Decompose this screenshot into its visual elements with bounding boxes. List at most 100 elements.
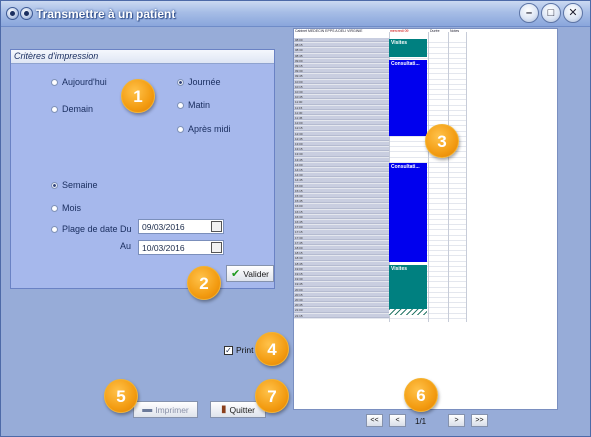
validate-label: Valider (243, 268, 270, 279)
preview-time-label: 20:30 (294, 298, 389, 303)
step-badge-2: 2 (187, 266, 221, 300)
radio-week[interactable]: Semaine (51, 180, 98, 190)
preview-time-label: 15:00 (294, 183, 389, 188)
preview-time-label: 20:15 (294, 292, 389, 297)
preview-time-label: 13:00 (294, 142, 389, 147)
preview-time-label: 09:00 (294, 58, 389, 63)
validate-button[interactable]: ✔ Valider (226, 265, 274, 282)
preview-grid-line (428, 32, 429, 322)
preview-grid-line (448, 32, 449, 322)
print-button-label: Imprimer (155, 404, 189, 415)
calendar-icon[interactable] (211, 221, 222, 232)
preview-time-label: 18:30 (294, 256, 389, 261)
preview-time-label: 19:00 (294, 266, 389, 271)
radio-full-day-label: Journée (188, 77, 221, 87)
radio-dot-icon (177, 125, 184, 133)
title-bar: Transmettre à un patient – □ ✕ (1, 1, 590, 27)
print-label: Print (236, 345, 254, 355)
printer-icon: ▬ (142, 404, 153, 415)
radio-tomorrow[interactable]: Demain (51, 104, 93, 114)
step-badge-6: 6 (404, 378, 438, 412)
preview-time-label: 14:15 (294, 168, 389, 173)
radio-date-range[interactable]: Plage de date (51, 224, 118, 234)
radio-today-label: Aujourd'hui (62, 77, 107, 87)
preview-header-cabinet: Cabinet MEDECIN EPPS A DELI VIRGINIE (295, 29, 363, 33)
quit-button-label: Quitter (229, 404, 256, 415)
close-icon[interactable]: ✕ (563, 3, 583, 23)
preview-time-label: 21:15 (294, 313, 389, 318)
radio-month-label: Mois (62, 203, 82, 213)
preview-time-label: 09:15 (294, 64, 389, 69)
first-page-button[interactable]: << (366, 414, 383, 427)
preview-time-label: 14:30 (294, 173, 389, 178)
preview-time-label: 21:00 (294, 308, 389, 313)
preview-time-label: 17:00 (294, 225, 389, 230)
next-page-button[interactable]: > (448, 414, 465, 427)
print-checkbox[interactable]: ✓ Print (224, 345, 253, 355)
exit-door-icon: ▮ (220, 404, 227, 415)
radio-dot-selected-icon (177, 78, 184, 86)
preview-time-label: 15:30 (294, 194, 389, 199)
preview-time-label: 17:45 (294, 240, 389, 245)
from-label: Du (120, 224, 132, 234)
window-pin-icon[interactable] (20, 7, 33, 20)
preview-time-label: 12:00 (294, 121, 389, 126)
preview-time-label: 09:30 (294, 69, 389, 74)
preview-time-label: 08:00 (294, 38, 389, 43)
radio-dot-icon (177, 101, 184, 109)
window-menu-icon[interactable] (6, 7, 19, 20)
preview-time-label: 15:15 (294, 188, 389, 193)
preview-time-label: 16:30 (294, 214, 389, 219)
radio-dot-icon (51, 204, 58, 212)
preview-time-label: 18:00 (294, 246, 389, 251)
preview-time-label: 13:45 (294, 157, 389, 162)
preview-time-label: 08:30 (294, 48, 389, 53)
preview-time-label: 10:30 (294, 90, 389, 95)
radio-afternoon[interactable]: Après midi (177, 124, 231, 134)
preview-time-label: 17:30 (294, 235, 389, 240)
preview-time-label: 16:00 (294, 204, 389, 209)
criteria-header: Critères d'impression (11, 50, 274, 64)
check-icon: ✔ (230, 268, 241, 280)
to-date-field[interactable]: 10/03/2016 (138, 240, 224, 255)
preview-time-label: 12:45 (294, 136, 389, 141)
print-preview[interactable]: Cabinet MEDECIN EPPS A DELI VIRGINIE mer… (293, 28, 558, 410)
from-date-field[interactable]: 09/03/2016 (138, 219, 224, 234)
dialog-window: Transmettre à un patient – □ ✕ Critères … (0, 0, 591, 437)
preview-time-label: 10:15 (294, 84, 389, 89)
prev-page-button[interactable]: < (389, 414, 406, 427)
preview-time-label: 11:15 (294, 105, 389, 110)
radio-dot-icon (51, 78, 58, 86)
preview-time-label: 11:30 (294, 110, 389, 115)
preview-time-label: 17:15 (294, 230, 389, 235)
print-button[interactable]: ▬ Imprimer (133, 401, 198, 418)
page-indicator: 1/1 (415, 417, 427, 426)
radio-full-day[interactable]: Journée (177, 77, 221, 87)
preview-time-label: 12:30 (294, 131, 389, 136)
to-label: Au (120, 241, 132, 251)
radio-today[interactable]: Aujourd'hui (51, 77, 107, 87)
calendar-icon[interactable] (211, 242, 222, 253)
checkbox-checked-icon: ✓ (224, 345, 233, 355)
preview-time-label: 16:15 (294, 209, 389, 214)
preview-time-label: 09:45 (294, 74, 389, 79)
preview-time-label: 08:15 (294, 43, 389, 48)
preview-time-label: 19:30 (294, 277, 389, 282)
preview-time-label: 12:15 (294, 126, 389, 131)
last-page-button[interactable]: >> (471, 414, 488, 427)
radio-dot-selected-icon (51, 181, 58, 189)
radio-dot-icon (51, 105, 58, 113)
minimize-icon[interactable]: – (519, 3, 539, 23)
radio-morning[interactable]: Matin (177, 100, 210, 110)
maximize-icon[interactable]: □ (541, 3, 561, 23)
preview-time-label: 08:45 (294, 53, 389, 58)
radio-dot-icon (51, 225, 58, 233)
appointment-block: Consultati... (389, 60, 427, 136)
preview-time-label: 11:00 (294, 100, 389, 105)
preview-time-label: 13:30 (294, 152, 389, 157)
radio-month[interactable]: Mois (51, 203, 81, 213)
appointment-block: Visites (389, 39, 427, 57)
preview-time-label: 14:45 (294, 178, 389, 183)
preview-time-label: 14:00 (294, 162, 389, 167)
radio-afternoon-label: Après midi (188, 124, 231, 134)
